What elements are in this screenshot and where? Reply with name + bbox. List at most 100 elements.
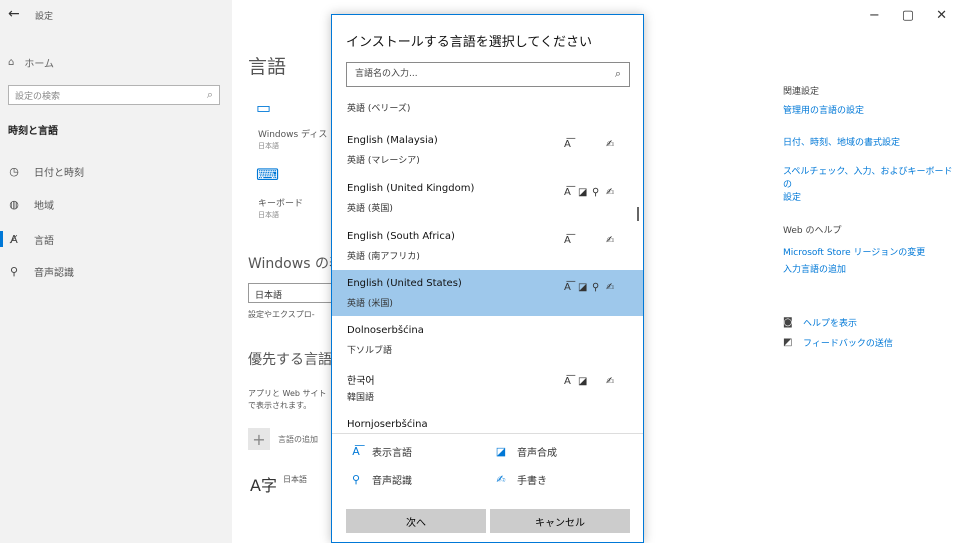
help-links: ◙ ヘルプを表示 ◩ フィードバックの送信 [783, 316, 893, 349]
link-add-input-language[interactable]: 入力言語の追加 [783, 262, 925, 275]
next-button[interactable]: 次へ [346, 509, 486, 533]
link-spelling-keyboard-2[interactable]: 設定 [783, 190, 957, 203]
web-help-heading: Web のヘルプ [783, 226, 842, 236]
language-native-name: 下ソルブ語 [347, 346, 393, 356]
sidebar-item-date-time[interactable]: ◷ 日付と時刻 [8, 164, 84, 179]
sidebar-home-label: ホーム [24, 59, 55, 70]
cancel-button[interactable]: キャンセル [490, 509, 630, 533]
language-search-input[interactable] [347, 63, 595, 84]
language-name: Dolnoserbšćina [347, 325, 424, 336]
language-name: English (United Kingdom) [347, 183, 475, 194]
language-icon: A̸ [10, 233, 18, 246]
windows-display-tile-sub: 日本語 [258, 142, 279, 150]
language-row[interactable]: English (Malaysia) 英語 (マレーシア) A͞ ✍ [332, 127, 643, 173]
language-name: English (United States) [347, 278, 462, 289]
sidebar-home[interactable]: ⌂ ホーム [8, 55, 54, 70]
language-native-name: 英語 (マレーシア) [347, 156, 420, 166]
language-name: English (Malaysia) [347, 135, 438, 146]
settings-search-box[interactable]: 設定の検索 ⌕ [8, 85, 220, 105]
legend-label: 表示言語 [372, 448, 412, 459]
handwriting-icon: ✍ [606, 139, 615, 150]
feedback-link[interactable]: ◩ フィードバックの送信 [783, 336, 893, 349]
language-capabilities: A͞ ✍ [564, 235, 624, 249]
sidebar-item-label: 日付と時刻 [34, 168, 84, 179]
text-to-speech-icon: ◪ [578, 187, 588, 198]
link-date-region-format[interactable]: 日付、時刻、地域の書式設定 [783, 135, 957, 148]
monitor-icon: ▭ [256, 98, 272, 117]
minimize-button[interactable]: − [869, 8, 880, 23]
settings-search-placeholder: 設定の検索 [15, 92, 61, 102]
window-controls: − ▢ ✕ [869, 8, 947, 23]
help-chat-icon: ◙ [783, 317, 793, 328]
language-search-box[interactable]: ⌕ [346, 62, 630, 87]
language-native-name: 英語 (英国) [347, 204, 393, 214]
dialog-title: インストールする言語を選択してください [346, 35, 592, 50]
language-row[interactable]: English (South Africa) 英語 (南アフリカ) A͞ ✍ [332, 223, 643, 269]
display-language-dropdown[interactable]: 日本語 [248, 283, 338, 303]
windows-display-heading: Windows の表 [248, 256, 343, 272]
legend-label: 音声合成 [517, 448, 557, 459]
display-language-icon: A͞ [564, 282, 571, 293]
windows-display-tile-label[interactable]: Windows ディス [258, 127, 327, 140]
preferred-desc-1: アプリと Web サイト [248, 389, 327, 398]
feedback-label: フィードバックの送信 [803, 339, 893, 349]
language-row[interactable]: Dolnoserbšćina 下ソルブ語 [332, 317, 643, 363]
language-row[interactable]: Hornjoserbšćina [332, 411, 643, 430]
language-capabilities: A͞ ◪ ✍ [564, 376, 624, 390]
feedback-icon: ◩ [783, 337, 793, 348]
handwriting-icon: ✍ [606, 282, 615, 293]
language-native-name: 韓国語 [347, 393, 375, 403]
sidebar-item-language[interactable]: A̸ 言語 [8, 232, 54, 247]
calendar-clock-icon: ◷ [9, 165, 19, 178]
back-arrow-icon[interactable]: ← [8, 6, 20, 22]
handwriting-icon: ✍ [606, 187, 615, 198]
display-language-icon: A͞ [352, 445, 360, 458]
install-language-dialog: インストールする言語を選択してください ⌕ 英語 (ベリーズ) English … [331, 14, 644, 543]
link-store-region[interactable]: Microsoft Store リージョンの変更 [783, 245, 925, 258]
language-row[interactable]: 한국어 韓国語 A͞ ◪ ✍ [332, 364, 643, 410]
display-language-icon: A͞ [564, 187, 571, 198]
language-native-name: 英語 (米国) [347, 299, 393, 309]
language-row[interactable]: English (United Kingdom) 英語 (英国) A͞ ◪ ⚲ … [332, 175, 643, 221]
language-capabilities: A͞ ✍ [564, 139, 624, 153]
keyboard-tile-label[interactable]: キーボード [258, 196, 303, 209]
sidebar-item-region[interactable]: ◍ 地域 [8, 197, 54, 212]
get-help-link[interactable]: ◙ ヘルプを表示 [783, 316, 893, 329]
active-indicator [0, 231, 3, 247]
plus-icon: + [248, 428, 270, 450]
language-capabilities: A͞ ◪ ⚲ ✍ [564, 187, 624, 201]
sidebar: ← 設定 ⌂ ホーム 設定の検索 ⌕ 時刻と言語 ◷ 日付と時刻 ◍ 地域 A̸… [0, 0, 232, 543]
language-list[interactable]: 英語 (ベリーズ) English (Malaysia) 英語 (マレーシア) … [332, 95, 643, 430]
speech-recognition-icon: ⚲ [592, 282, 600, 293]
search-icon: ⌕ [206, 88, 213, 101]
legend-handwriting: ✍ 手書き [495, 472, 547, 487]
legend-label: 音声認識 [372, 476, 412, 487]
text-to-speech-icon: ◪ [495, 445, 507, 458]
maximize-button[interactable]: ▢ [902, 8, 914, 23]
handwriting-icon: ✍ [606, 235, 615, 246]
language-row[interactable]: 英語 (ベリーズ) [332, 95, 643, 121]
display-language-icon: A͞ [564, 235, 571, 246]
japanese-language-item[interactable]: A字 日本語 [250, 472, 307, 496]
language-native-name: 英語 (ベリーズ) [347, 104, 411, 114]
language-row-selected[interactable]: English (United States) 英語 (米国) A͞ ◪ ⚲ ✍ [332, 270, 643, 316]
language-capabilities: A͞ ◪ ⚲ ✍ [564, 282, 624, 296]
handwriting-icon: ✍ [496, 473, 506, 486]
sidebar-item-speech[interactable]: ⚲ 音声認識 [8, 264, 74, 279]
keyboard-icon: ⌨ [256, 165, 280, 184]
close-button[interactable]: ✕ [936, 8, 947, 23]
add-language-button[interactable]: + 言語の追加 [248, 428, 318, 450]
sidebar-item-label: 地域 [34, 201, 54, 212]
microphone-icon: ⚲ [9, 265, 19, 278]
globe-icon: ◍ [9, 198, 19, 211]
list-scrollbar[interactable] [637, 207, 639, 221]
sidebar-item-label: 音声認識 [34, 268, 74, 279]
related-settings-heading: 関連設定 [783, 87, 820, 97]
display-language-icon: A͞ [564, 376, 571, 387]
text-to-speech-icon: ◪ [578, 282, 588, 293]
language-name: Hornjoserbšćina [347, 419, 428, 430]
link-admin-language[interactable]: 管理用の言語の設定 [783, 103, 957, 116]
link-spelling-keyboard[interactable]: スペルチェック、入力、およびキーボードの [783, 164, 957, 190]
get-help-label: ヘルプを表示 [803, 319, 858, 329]
language-native-name: 英語 (南アフリカ) [347, 252, 420, 262]
